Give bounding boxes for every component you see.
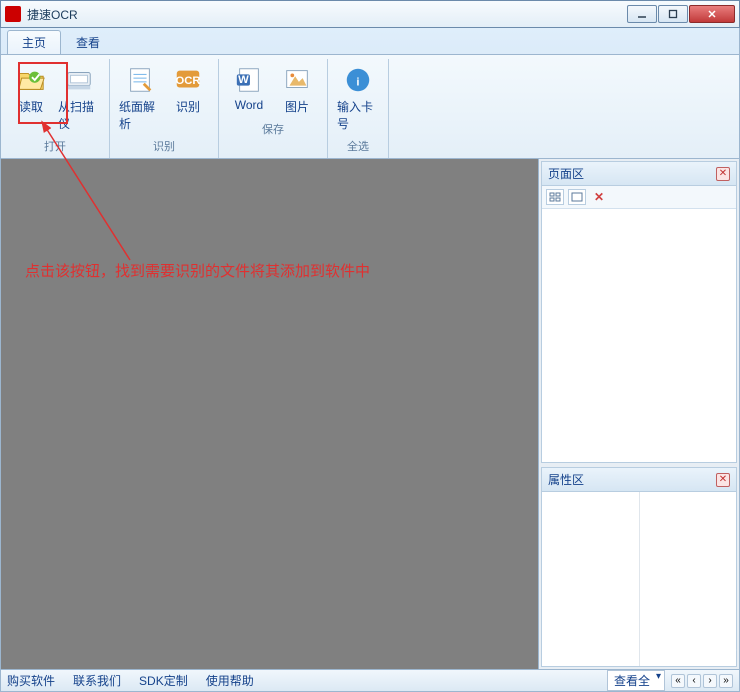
group-recognize: 纸面解析 OCR 识别 识别 (110, 59, 219, 158)
scanner-label: 从扫描仪 (58, 98, 100, 132)
pages-list[interactable] (542, 209, 736, 462)
thumbnail-view-icon[interactable] (546, 189, 564, 205)
paper-label: 纸面解析 (119, 98, 161, 132)
side-panels: 页面区 ✕ ✕ 属性区 ✕ (539, 159, 739, 669)
image-icon (281, 64, 313, 96)
ocr-label: 识别 (176, 98, 200, 115)
pages-panel-close-icon[interactable]: ✕ (716, 167, 730, 181)
read-label: 读取 (19, 98, 43, 115)
detail-view-icon[interactable] (568, 189, 586, 205)
group-select-label: 全选 (347, 138, 369, 154)
pages-panel-title: 页面区 (548, 165, 716, 182)
properties-col-name (542, 492, 640, 666)
contact-link[interactable]: 联系我们 (73, 672, 121, 689)
group-save: W Word 图片 保存 (219, 59, 328, 158)
folder-open-icon (15, 64, 47, 96)
word-icon: W (233, 64, 265, 96)
nav-first-icon[interactable]: « (671, 674, 685, 688)
minimize-button[interactable] (627, 5, 657, 23)
properties-panel-close-icon[interactable]: ✕ (716, 473, 730, 487)
paper-analyze-button[interactable]: 纸面解析 (116, 61, 164, 135)
tab-home[interactable]: 主页 (7, 30, 61, 54)
svg-text:i: i (356, 77, 359, 89)
group-save-label: 保存 (262, 121, 284, 137)
view-scope-dropdown[interactable]: 查看全 (607, 670, 665, 691)
properties-panel-title: 属性区 (548, 471, 716, 488)
group-select: i 输入卡号 全选 (328, 59, 389, 158)
tab-view[interactable]: 查看 (61, 30, 115, 54)
save-image-button[interactable]: 图片 (273, 61, 321, 118)
properties-col-value (640, 492, 737, 666)
window-title: 捷速OCR (27, 6, 626, 23)
ribbon-tabs: 主页 查看 (1, 28, 739, 54)
read-button[interactable]: 读取 (7, 61, 55, 135)
ribbon: 读取 从扫描仪 打开 纸面解析 (1, 54, 739, 158)
help-link[interactable]: 使用帮助 (206, 672, 254, 689)
title-bar: 捷速OCR (0, 0, 740, 28)
enter-card-button[interactable]: i 输入卡号 (334, 61, 382, 135)
buy-link[interactable]: 购买软件 (7, 672, 55, 689)
group-recognize-label: 识别 (153, 138, 175, 154)
page-nav: « ‹ › » (671, 674, 733, 688)
word-label: Word (235, 98, 263, 112)
info-icon: i (342, 64, 374, 96)
card-label: 输入卡号 (337, 98, 379, 132)
sdk-link[interactable]: SDK定制 (139, 672, 188, 689)
ocr-button[interactable]: OCR 识别 (164, 61, 212, 135)
ribbon-area: 主页 查看 读取 从扫描仪 打开 (0, 28, 740, 159)
status-bar: 购买软件 联系我们 SDK定制 使用帮助 查看全 « ‹ › » (0, 670, 740, 692)
svg-text:OCR: OCR (176, 75, 201, 87)
document-analyze-icon (124, 64, 156, 96)
save-word-button[interactable]: W Word (225, 61, 273, 118)
canvas-area[interactable] (1, 159, 539, 669)
ocr-icon: OCR (172, 64, 204, 96)
maximize-button[interactable] (658, 5, 688, 23)
svg-text:W: W (238, 74, 249, 86)
group-open-label: 打开 (44, 138, 66, 154)
work-area: 页面区 ✕ ✕ 属性区 ✕ (0, 159, 740, 670)
scanner-button[interactable]: 从扫描仪 (55, 61, 103, 135)
scanner-icon (63, 64, 95, 96)
close-button[interactable] (689, 5, 735, 23)
nav-prev-icon[interactable]: ‹ (687, 674, 701, 688)
properties-body (542, 492, 736, 666)
properties-panel: 属性区 ✕ (541, 467, 737, 667)
nav-last-icon[interactable]: » (719, 674, 733, 688)
pages-toolbar: ✕ (542, 186, 736, 209)
delete-page-icon[interactable]: ✕ (594, 190, 604, 204)
pages-panel: 页面区 ✕ ✕ (541, 161, 737, 463)
image-label: 图片 (285, 98, 309, 115)
app-icon (5, 6, 21, 22)
nav-next-icon[interactable]: › (703, 674, 717, 688)
window-controls (626, 5, 735, 23)
group-open: 读取 从扫描仪 打开 (1, 59, 110, 158)
